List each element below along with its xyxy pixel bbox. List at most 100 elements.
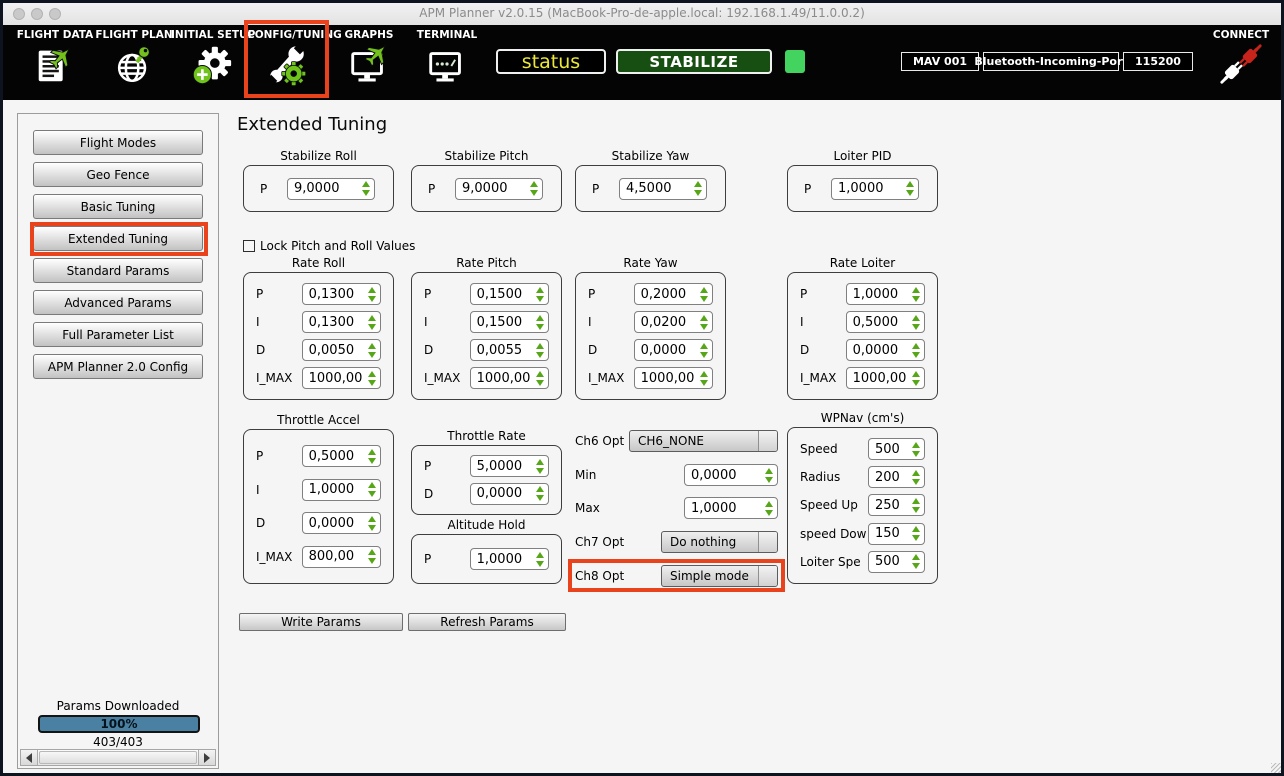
spin-down-icon[interactable] bbox=[912, 324, 920, 330]
rate-loiter-imax-spinbox[interactable]: 1000,00 bbox=[846, 367, 925, 389]
sidebar-item-standard-params[interactable]: Standard Params bbox=[33, 258, 203, 283]
spin-down-icon[interactable] bbox=[536, 468, 544, 474]
flight-plan-icon[interactable] bbox=[111, 41, 157, 89]
connect-button[interactable]: CONNECT bbox=[1209, 29, 1273, 93]
spin-up-icon[interactable] bbox=[362, 181, 370, 187]
ch7-opt-select[interactable]: Do nothing bbox=[661, 531, 778, 553]
ch6-min-spinbox[interactable]: 0,0000 bbox=[684, 464, 778, 486]
sidebar-item-basic-tuning[interactable]: Basic Tuning bbox=[33, 194, 203, 219]
spin-down-icon[interactable] bbox=[368, 352, 376, 358]
sidebar-item-advanced-params[interactable]: Advanced Params bbox=[33, 290, 203, 315]
spin-down-icon[interactable] bbox=[906, 190, 914, 196]
rate-yaw-imax-spinbox[interactable]: 1000,00 bbox=[634, 367, 713, 389]
spin-value[interactable]: 1000,00 bbox=[635, 371, 698, 386]
spin-down-icon[interactable] bbox=[536, 380, 544, 386]
spin-up-icon[interactable] bbox=[912, 315, 920, 321]
ch6-max-spinbox[interactable]: 1,0000 bbox=[684, 497, 778, 519]
spin-value[interactable]: 500 bbox=[869, 442, 910, 457]
dropdown-button-icon[interactable] bbox=[758, 431, 777, 451]
scroll-left-arrow-icon[interactable] bbox=[21, 750, 38, 765]
spin-value[interactable]: 250 bbox=[869, 498, 910, 513]
spin-up-icon[interactable] bbox=[765, 468, 773, 474]
tab-flight-data[interactable]: FLIGHT DATA bbox=[13, 29, 97, 93]
spin-value[interactable]: 1000,00 bbox=[471, 371, 534, 386]
stabilize-pitch-p-spinbox[interactable]: 9,0000 bbox=[455, 178, 543, 200]
spin-up-icon[interactable] bbox=[912, 526, 920, 532]
scrollbar-thumb[interactable] bbox=[39, 751, 197, 764]
terminal-icon[interactable] bbox=[424, 41, 470, 89]
spin-down-icon[interactable] bbox=[700, 324, 708, 330]
refresh-params-button[interactable]: Refresh Params bbox=[408, 613, 566, 631]
spin-value[interactable]: 9,0000 bbox=[288, 181, 360, 196]
spin-down-icon[interactable] bbox=[368, 491, 376, 497]
spin-down-icon[interactable] bbox=[700, 380, 708, 386]
spin-up-icon[interactable] bbox=[765, 501, 773, 507]
altitude-hold-p-spinbox[interactable]: 1,0000 bbox=[470, 548, 549, 570]
throttle-accel-d-spinbox[interactable]: 0,0000 bbox=[302, 512, 381, 534]
spin-value[interactable]: 0,1300 bbox=[303, 315, 366, 330]
spin-down-icon[interactable] bbox=[368, 296, 376, 302]
stabilize-roll-p-spinbox[interactable]: 9,0000 bbox=[287, 178, 375, 200]
spin-up-icon[interactable] bbox=[700, 343, 708, 349]
spin-value[interactable]: 0,5000 bbox=[303, 449, 366, 464]
connect-plug-icon[interactable] bbox=[1218, 41, 1264, 89]
rate-roll-imax-spinbox[interactable]: 1000,00 bbox=[302, 367, 381, 389]
sidebar-item-extended-tuning[interactable]: Extended Tuning bbox=[33, 226, 203, 251]
sidebar-horizontal-scrollbar[interactable] bbox=[20, 749, 216, 766]
stabilize-yaw-p-spinbox[interactable]: 4,5000 bbox=[619, 178, 707, 200]
spin-down-icon[interactable] bbox=[912, 296, 920, 302]
spin-up-icon[interactable] bbox=[536, 459, 544, 465]
spin-value[interactable]: 4,5000 bbox=[620, 181, 692, 196]
spin-value[interactable]: 0,1300 bbox=[303, 287, 366, 302]
spin-value[interactable]: 1000,00 bbox=[847, 371, 910, 386]
spin-value[interactable]: 1,0000 bbox=[832, 181, 904, 196]
lock-pitch-roll-checkbox[interactable]: Lock Pitch and Roll Values bbox=[243, 239, 415, 253]
spin-value[interactable]: 200 bbox=[869, 470, 910, 485]
config-tuning-icon[interactable] bbox=[264, 41, 310, 89]
spin-value[interactable]: 0,0000 bbox=[471, 486, 534, 501]
rate-pitch-imax-spinbox[interactable]: 1000,00 bbox=[470, 367, 549, 389]
spin-up-icon[interactable] bbox=[368, 516, 376, 522]
link-port-select[interactable]: Bluetooth-Incoming-Port bbox=[983, 52, 1119, 71]
wpnav-speed-spinbox[interactable]: 500 bbox=[868, 438, 925, 460]
rate-pitch-i-spinbox[interactable]: 0,1500 bbox=[470, 311, 549, 333]
spin-up-icon[interactable] bbox=[912, 498, 920, 504]
spin-up-icon[interactable] bbox=[536, 343, 544, 349]
spin-value[interactable]: 0,0000 bbox=[685, 468, 763, 483]
status-button[interactable]: status bbox=[496, 49, 606, 74]
rate-loiter-d-spinbox[interactable]: 0,0000 bbox=[846, 339, 925, 361]
spin-up-icon[interactable] bbox=[368, 371, 376, 377]
rate-pitch-p-spinbox[interactable]: 0,1500 bbox=[470, 283, 549, 305]
spin-down-icon[interactable] bbox=[912, 352, 920, 358]
spin-down-icon[interactable] bbox=[694, 190, 702, 196]
spin-up-icon[interactable] bbox=[536, 371, 544, 377]
tab-graphs[interactable]: GRAPHS bbox=[339, 29, 399, 93]
spin-down-icon[interactable] bbox=[536, 495, 544, 501]
spin-value[interactable]: 5,0000 bbox=[471, 459, 534, 474]
flight-data-icon[interactable] bbox=[32, 41, 78, 89]
rate-loiter-i-spinbox[interactable]: 0,5000 bbox=[846, 311, 925, 333]
spin-value[interactable]: 1,0000 bbox=[685, 501, 763, 516]
spin-down-icon[interactable] bbox=[536, 561, 544, 567]
sidebar-item-geo-fence[interactable]: Geo Fence bbox=[33, 162, 203, 187]
spin-value[interactable]: 0,0050 bbox=[303, 343, 366, 358]
spin-value[interactable]: 0,0000 bbox=[847, 343, 910, 358]
sidebar-item-full-parameter-list[interactable]: Full Parameter List bbox=[33, 322, 203, 347]
throttle-rate-d-spinbox[interactable]: 0,0000 bbox=[470, 483, 549, 505]
spin-down-icon[interactable] bbox=[765, 510, 773, 516]
spin-value[interactable]: 9,0000 bbox=[456, 181, 528, 196]
initial-setup-icon[interactable] bbox=[188, 41, 234, 89]
spin-down-icon[interactable] bbox=[700, 352, 708, 358]
spin-value[interactable]: 0,5000 bbox=[847, 315, 910, 330]
spin-value[interactable]: 0,1500 bbox=[471, 287, 534, 302]
spin-down-icon[interactable] bbox=[530, 190, 538, 196]
ch8-opt-select[interactable]: Simple mode bbox=[661, 565, 778, 587]
spin-down-icon[interactable] bbox=[912, 563, 920, 569]
spin-up-icon[interactable] bbox=[912, 343, 920, 349]
spin-value[interactable]: 0,0000 bbox=[635, 343, 698, 358]
spin-value[interactable]: 0,0055 bbox=[471, 343, 534, 358]
rate-pitch-d-spinbox[interactable]: 0,0055 bbox=[470, 339, 549, 361]
tab-initial-setup[interactable]: INITIAL SETUP bbox=[171, 29, 251, 93]
spin-up-icon[interactable] bbox=[536, 315, 544, 321]
spin-up-icon[interactable] bbox=[536, 287, 544, 293]
